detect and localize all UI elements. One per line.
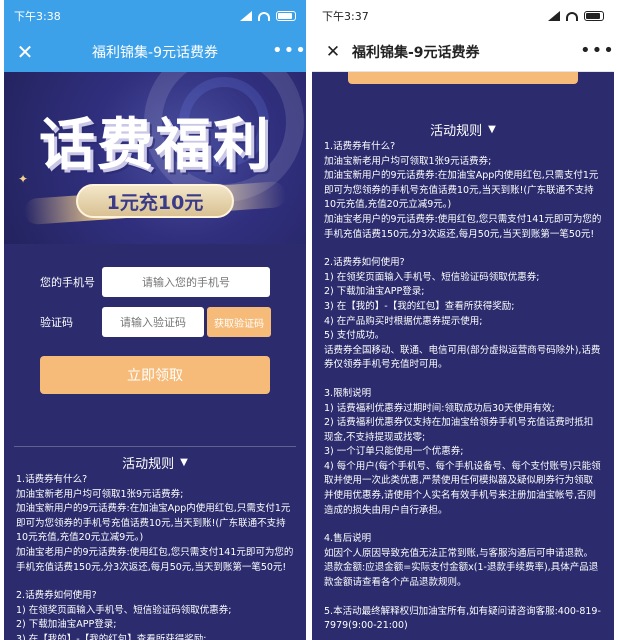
divider bbox=[14, 446, 296, 447]
get-code-button[interactable]: 获取验证码 bbox=[207, 307, 271, 337]
rules-line: 加油宝老用户的9元话费券:使用红包,您只需支付141元即可为您的手机充值话费15… bbox=[324, 213, 602, 240]
claim-form: 您的手机号 验证码 获取验证码 立即领取 bbox=[4, 244, 306, 394]
rules-heading-label: 活动规则 bbox=[430, 123, 483, 139]
rules-line: 加油宝老用户的9元话费券:使用红包,您只需支付141元即可为您的手机充值话费15… bbox=[16, 546, 294, 573]
more-icon[interactable]: ••• bbox=[580, 41, 614, 63]
code-input[interactable] bbox=[102, 307, 204, 337]
signal-icon bbox=[240, 11, 252, 21]
star-icon: ✦ bbox=[18, 172, 29, 186]
rules-line: 如因个人原因导致充值无法正常到账,与客服沟通后可申请退款。 bbox=[324, 547, 594, 559]
rules-body: 1.话费券有什么? 加油宝新老用户均可领取1张9元话费券; 加油宝新用户的9元话… bbox=[312, 140, 614, 634]
hero-subtitle: 1元充10元 bbox=[76, 184, 234, 218]
rules-section: 1.话费券有什么? 加油宝新老用户均可领取1张9元话费券; 加油宝新用户的9元话… bbox=[16, 473, 294, 575]
page-title: 福利锦集-9元话费券 bbox=[352, 44, 480, 61]
rules-section: 5.本活动最终解释权归加油宝所有,如有疑问请咨询客服:400-819-7979(… bbox=[324, 605, 602, 634]
rules-line: 2) 话费福利优惠券仅支持在加油宝给领券手机号充值话费时抵扣现金,不支持提现或找… bbox=[324, 417, 594, 443]
rules-line: 5) 支付成功。 bbox=[324, 330, 385, 342]
rules-heading[interactable]: 活动规则 ▼ bbox=[4, 451, 306, 473]
nav-bar: ✕ 福利锦集-9元话费券 ••• bbox=[312, 32, 614, 72]
rules-section: 1.话费券有什么? 加油宝新老用户均可领取1张9元话费券; 加油宝新用户的9元话… bbox=[324, 140, 602, 242]
rules-heading[interactable]: 活动规则 ▼ bbox=[312, 118, 614, 140]
rules-section-title: 2.话费券如何使用? bbox=[324, 257, 405, 269]
battery-icon bbox=[276, 11, 296, 21]
status-time: 下午3:37 bbox=[322, 10, 369, 23]
code-row: 验证码 获取验证码 bbox=[18, 306, 292, 338]
wifi-icon bbox=[258, 11, 270, 21]
rules-body: 1.话费券有什么? 加油宝新老用户均可领取1张9元话费券; 加油宝新用户的9元话… bbox=[4, 473, 306, 640]
rules-section: 2.话费券如何使用? 1) 在领奖页面输入手机号、短信验证码领取优惠券; 2) … bbox=[324, 256, 602, 373]
rules-line: 话费券全国移动、联通、电信可用(部分虚拟运营商号码除外),话费券仅领券手机号充值… bbox=[324, 344, 601, 371]
rules-line: 1) 在领奖页面输入手机号、短信验证码领取优惠券; bbox=[16, 604, 232, 616]
claim-button[interactable]: 立即领取 bbox=[40, 356, 270, 394]
close-icon[interactable]: ✕ bbox=[14, 41, 36, 63]
rules-line: 1) 话费福利优惠券过期时间:领取成功后30天使用有效; bbox=[324, 402, 555, 414]
phone-input[interactable] bbox=[102, 267, 270, 297]
rules-line: 加油宝新用户的9元话费券:在加油宝App内使用红包,只需支付1元即可为您领券的手… bbox=[324, 170, 599, 211]
rules-section-title: 3.限制说明 bbox=[324, 387, 372, 399]
rules-line: 加油宝新用户的9元话费券:在加油宝App内使用红包,只需支付1元即可为您领券的手… bbox=[16, 503, 291, 544]
rules-line: 4) 每个用户(每个手机号、每个手机设备号、每个支付账号)只能领取并使用一次此类… bbox=[324, 460, 601, 516]
rules-line: 加油宝新老用户均可领取1张9元话费券; bbox=[324, 155, 492, 167]
rules-line: 加油宝新老用户均可领取1张9元话费券; bbox=[16, 488, 184, 500]
nav-bar: ✕ 福利锦集-9元话费券 ••• bbox=[4, 32, 306, 72]
right-screen: 下午3:37 ✕ 福利锦集-9元话费券 ••• 活动规则 ▼ 1.话费券有什么?… bbox=[312, 0, 614, 640]
rules-line: 2) 下载加油宝APP登录; bbox=[324, 286, 425, 298]
rules-section-title: 1.话费券有什么? bbox=[324, 141, 396, 152]
rules-section-title: 1.话费券有什么? bbox=[16, 474, 88, 485]
battery-icon bbox=[584, 11, 604, 21]
phone-label: 您的手机号 bbox=[40, 276, 95, 289]
wifi-icon bbox=[566, 11, 578, 21]
left-screen: 下午3:38 ✕ 福利锦集-9元话费券 ••• 话费福利 ✦ 1元充10元 您的… bbox=[4, 0, 306, 640]
rules-line: 3) 在【我的】-【我的红包】查看所获得奖励; bbox=[16, 633, 207, 640]
status-icons bbox=[548, 11, 604, 21]
rules-line: 3) 在【我的】-【我的红包】查看所获得奖励; bbox=[324, 300, 515, 312]
rules-section: 3.限制说明 1) 话费福利优惠券过期时间:领取成功后30天使用有效; 2) 话… bbox=[324, 387, 602, 518]
phone-row: 您的手机号 bbox=[18, 266, 292, 298]
rules-line: 4) 在产品购买时根据优惠券提示使用; bbox=[324, 315, 483, 327]
rules-line: 退款金额:应退金额=实际支付金额x(1-退款手续费率),具体产品退款金额请查看各… bbox=[324, 562, 599, 589]
claim-button-partial[interactable] bbox=[348, 72, 578, 84]
chevron-down-icon: ▼ bbox=[488, 123, 496, 135]
rules-section: 4.售后说明 如因个人原因导致充值无法正常到账,与客服沟通后可申请退款。 退款金… bbox=[324, 532, 602, 590]
close-icon[interactable]: ✕ bbox=[322, 41, 344, 63]
status-icons bbox=[240, 11, 296, 21]
rules-section-title: 2.话费券如何使用? bbox=[16, 590, 97, 602]
status-bar: 下午3:37 bbox=[312, 0, 614, 32]
rules-heading-label: 活动规则 bbox=[122, 456, 175, 472]
signal-icon bbox=[548, 11, 560, 21]
code-label: 验证码 bbox=[40, 316, 73, 329]
rules-line: 3) 一个订单只能使用一个优惠券; bbox=[324, 446, 464, 458]
rules-section: 2.话费券如何使用? 1) 在领奖页面输入手机号、短信验证码领取优惠券; 2) … bbox=[16, 589, 294, 640]
page-title: 福利锦集-9元话费券 bbox=[92, 45, 218, 61]
rules-line: 2) 下载加油宝APP登录; bbox=[16, 619, 117, 631]
chevron-down-icon: ▼ bbox=[180, 456, 188, 468]
status-bar: 下午3:38 bbox=[4, 0, 306, 32]
hero-banner: 话费福利 ✦ 1元充10元 bbox=[4, 72, 306, 244]
status-time: 下午3:38 bbox=[14, 10, 61, 23]
rules-section-title: 4.售后说明 bbox=[324, 533, 372, 545]
more-icon[interactable]: ••• bbox=[272, 41, 306, 63]
rules-line: 1) 在领奖页面输入手机号、短信验证码领取优惠券; bbox=[324, 271, 540, 283]
rules-line: 5.本活动最终解释权归加油宝所有,如有疑问请咨询客服:400-819-7979(… bbox=[324, 605, 601, 632]
hero-title: 话费福利 bbox=[39, 112, 271, 178]
